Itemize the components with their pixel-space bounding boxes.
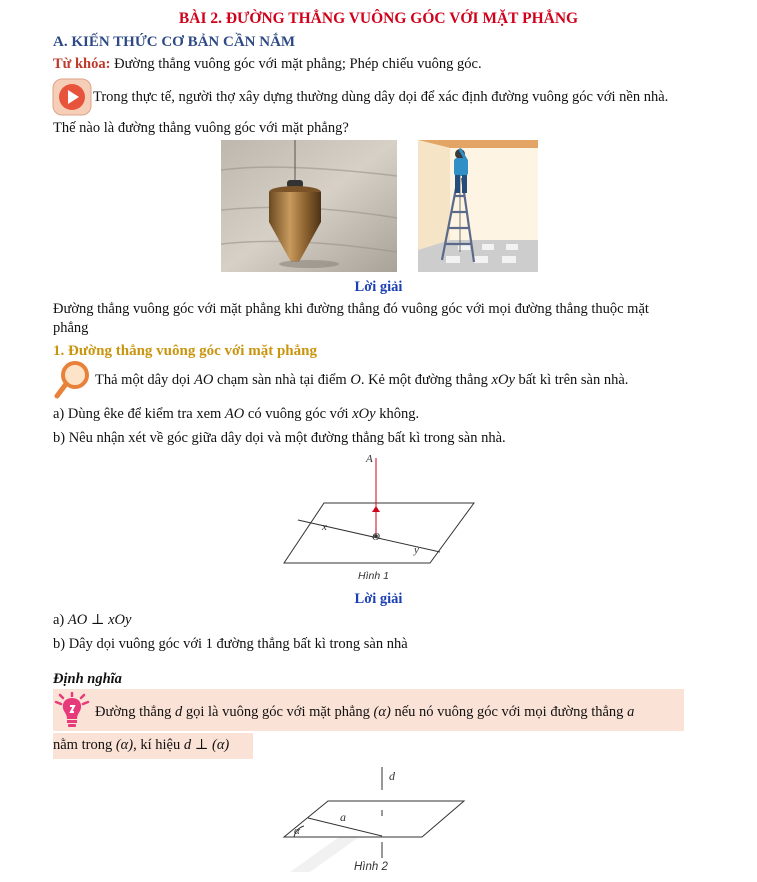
math-ao: AO [194, 372, 214, 388]
definition-title: Định nghĩa [53, 671, 122, 687]
math-ao-perp-xoy: AO ⊥ xOy [67, 612, 132, 628]
math-a: a [627, 704, 635, 720]
keyword-label: Từ khóa: [53, 56, 111, 72]
lightbulb-icon [52, 691, 92, 733]
subsection-1-heading: 1. Đường thẳng vuông góc với mặt phẳng [53, 343, 317, 359]
worker-ladder-illustration [418, 140, 538, 277]
plumb-bob-photo [220, 140, 398, 277]
fig2-caption: Hình 2 [354, 861, 388, 873]
magnifier-icon [53, 360, 91, 405]
page-title: BÀI 2. ĐƯỜNG THẲNG VUÔNG GÓC VỚI MẶT PHẲ… [178, 10, 579, 27]
answer1-line-1: Đường thẳng vuông góc với mặt phẳng khi … [53, 301, 649, 317]
fig1-label-a: A [365, 453, 373, 465]
intro-line-2: Thế nào là đường thẳng vuông góc với mặt… [53, 120, 349, 136]
figure-1: A x O y Hình 1 [282, 448, 482, 593]
fig2-label-alpha: α [294, 825, 300, 837]
play-icon [52, 78, 92, 121]
fig1-label-x: x [321, 521, 327, 533]
solution-heading-1: Lời giải [354, 279, 403, 295]
keyword-text: Đường thẳng vuông góc với mặt phẳng; Phé… [110, 56, 482, 72]
activity-text: Thả một dây dọi AO chạm sàn nhà tại điểm… [95, 372, 629, 388]
math-o: O [350, 372, 361, 388]
fig1-label-o: O [372, 531, 380, 543]
math-alpha: (α) [373, 704, 391, 720]
answer1-line-2: phẳng [53, 320, 89, 336]
answer-b: b) Dây dọi vuông góc với 1 đường thẳng b… [53, 636, 408, 652]
math-xoy: xOy [491, 372, 515, 388]
section-a-heading: A. KIẾN THỨC CƠ BẢN CẦN NẮM [53, 34, 296, 50]
keywords-line: Từ khóa: Đường thẳng vuông góc với mặt p… [53, 56, 482, 73]
question-a: a) Dùng êke để kiểm tra xem AO có vuông … [53, 406, 420, 422]
math-d-perp-alpha: d ⊥ (α) [183, 737, 230, 753]
figure-2: d a α Hình 2 [270, 762, 480, 882]
definition-text-line2: nằm trong (α), kí hiệu d ⊥ (α) [53, 737, 230, 753]
fig2-label-a: a [340, 810, 346, 824]
fig1-label-y: y [413, 544, 419, 556]
definition-text-line1: Đường thẳng d gọi là vuông góc với mặt p… [95, 704, 635, 720]
intro-line-1: Trong thực tế, người thợ xây dựng thường… [93, 89, 669, 105]
answer-a: a) AO ⊥ xOy [53, 612, 132, 628]
question-b: b) Nêu nhận xét về góc giữa dây dọi và m… [53, 430, 506, 446]
solution-heading-2: Lời giải [354, 591, 403, 607]
fig2-label-d: d [389, 769, 396, 783]
fig1-caption: Hình 1 [358, 570, 389, 582]
